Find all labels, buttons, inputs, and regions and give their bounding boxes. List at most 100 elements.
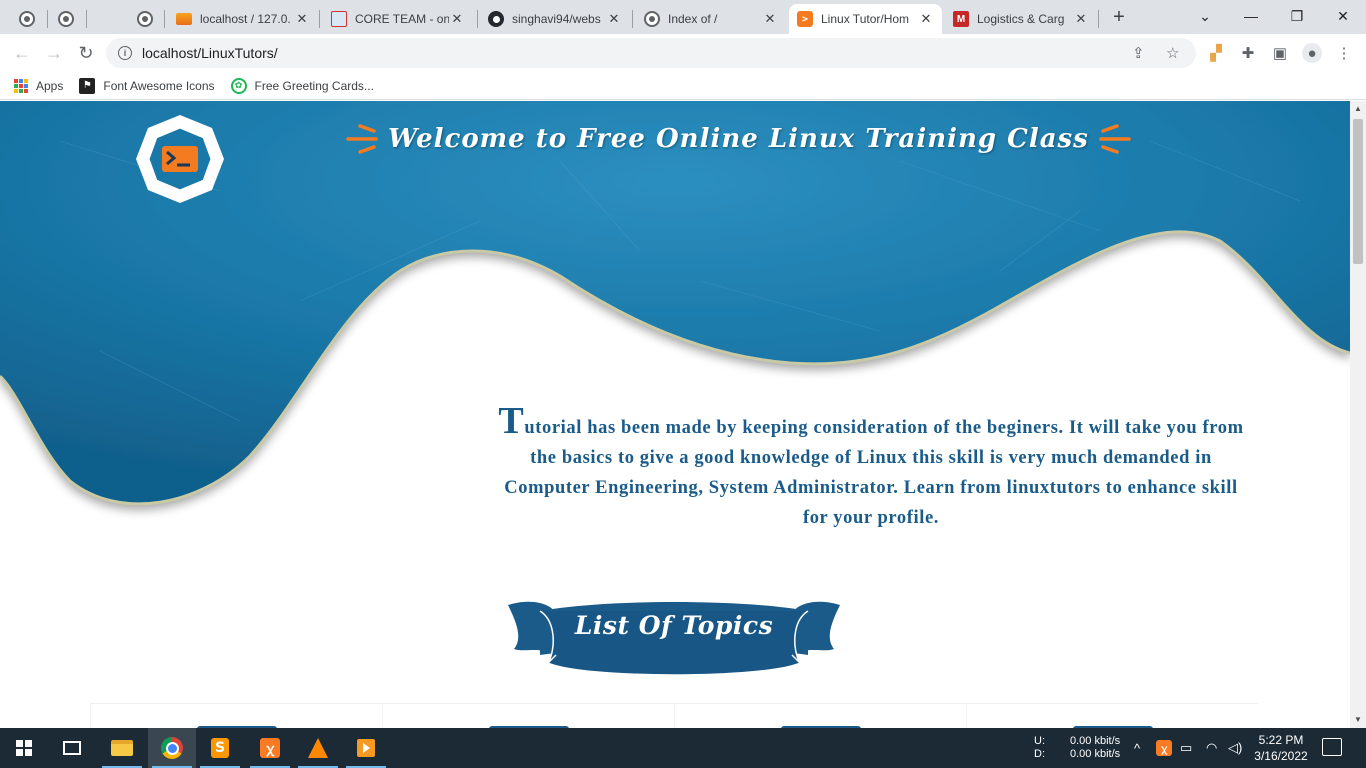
phpmyadmin-icon [176,13,192,25]
taskbar-file-explorer[interactable] [98,728,146,768]
tab-linux-tutor[interactable]: > Linux Tutor/Hom ✕ [789,4,942,34]
topics-heading: List Of Topics [574,611,774,640]
tab-close-button[interactable]: ✕ [762,11,778,27]
topic-cards [90,703,1260,728]
tab-index-of[interactable]: Index of / ✕ [636,4,786,34]
pinned-tab-1[interactable] [8,4,46,34]
pinned-tab-3[interactable] [126,4,164,34]
side-panel-icon[interactable]: ▣ [1270,43,1290,63]
taskbar-chrome[interactable] [148,728,196,768]
intro-dropcap: T [498,400,525,442]
apps-grid-icon [14,78,28,93]
bookmark-greeting-cards[interactable]: ✿ Free Greeting Cards... [230,77,374,94]
volume-icon[interactable]: ◁) [1228,728,1242,768]
new-tab-button[interactable]: + [1106,6,1132,30]
media-player-icon [357,739,375,757]
windows-logo-icon [16,740,32,756]
tab-search-button[interactable]: ⌄ [1182,0,1228,32]
logistics-icon: M [953,11,969,27]
net-down-value: 0.00 kbit/s [1070,748,1121,760]
tab-title: singhavi94/webs [512,12,601,26]
extension-icon[interactable]: ▞ [1206,43,1226,63]
bookmark-star-icon[interactable]: ☆ [1166,38,1179,68]
intro-paragraph: Tutorial has been made by keeping consid… [496,402,1246,533]
net-up-label: U: [1034,735,1045,747]
profile-avatar-icon[interactable]: ● [1302,43,1322,63]
address-bar[interactable]: i localhost/LinuxTutors/ ⇪ ☆ [106,38,1196,68]
tab-close-button[interactable]: ✕ [606,11,622,27]
github-icon [488,11,504,27]
scroll-down-arrow-icon[interactable]: ▼ [1350,712,1366,728]
tab-title: localhost / 127.0. [200,12,291,26]
topic-card[interactable] [90,703,382,728]
browser-tab-strip: localhost / 127.0. ✕ CORE TEAM - onl ✕ s… [0,0,1366,34]
extensions-puzzle-icon[interactable]: ✚ [1238,43,1258,63]
bookmark-apps[interactable]: Apps [14,78,64,93]
core-team-icon [331,11,347,27]
browser-toolbar: ← → ↻ i localhost/LinuxTutors/ ⇪ ☆ ▞ ✚ ▣… [0,34,1366,72]
page-scrollbar[interactable]: ▲ ▼ [1350,101,1366,728]
globe-icon [137,11,153,27]
net-down-label: D: [1034,748,1045,760]
minimize-button[interactable]: — [1228,0,1274,32]
xampp-icon: ꭓ [260,738,280,758]
tab-separator [319,10,320,28]
chrome-icon [161,737,183,759]
tab-close-button[interactable]: ✕ [1073,11,1089,27]
topic-card[interactable] [674,703,966,728]
site-logo[interactable] [134,113,226,205]
start-button[interactable] [0,728,48,768]
notification-center-icon[interactable] [1322,738,1342,756]
taskbar-xampp[interactable]: ꭓ [246,728,294,768]
close-window-button[interactable]: ✕ [1320,0,1366,32]
battery-icon[interactable]: ▭ [1180,728,1192,768]
bookmark-font-awesome[interactable]: ⚑ Font Awesome Icons [79,77,215,94]
bookmark-label: Apps [36,78,64,93]
taskbar-vlc[interactable] [294,728,342,768]
restore-button[interactable]: ❐ [1274,0,1320,32]
pinned-tab-2[interactable] [47,4,85,34]
reload-button[interactable]: ↻ [72,39,100,67]
tab-separator [86,10,87,28]
taskbar-clock[interactable]: 5:22 PM 3/16/2022 [1248,732,1314,764]
share-icon[interactable]: ⇪ [1132,38,1145,68]
scrollbar-thumb[interactable] [1353,119,1363,264]
terminal-icon: > [797,11,813,27]
left-dash-decoration [346,124,378,154]
tab-title: Index of / [668,12,718,26]
topic-card[interactable] [382,703,674,728]
back-button[interactable]: ← [8,39,36,67]
tab-close-button[interactable]: ✕ [449,11,465,27]
welcome-title: Welcome to Free Online Linux Training Cl… [388,124,1089,154]
scroll-up-arrow-icon[interactable]: ▲ [1350,101,1366,117]
tab-separator [477,10,478,28]
taskbar-sublime-text[interactable]: S [196,728,244,768]
url-text[interactable]: localhost/LinuxTutors/ [142,45,278,61]
taskbar-media-player[interactable] [342,728,390,768]
bookmarks-bar: Apps ⚑ Font Awesome Icons ✿ Free Greetin… [0,72,1366,100]
sublime-text-icon: S [211,738,229,758]
tab-phpmyadmin[interactable]: localhost / 127.0. ✕ [168,4,318,34]
tab-title: Logistics & Carg [977,12,1065,26]
tab-close-button[interactable]: ✕ [918,11,934,27]
task-view-icon [63,741,81,755]
forward-button[interactable]: → [40,39,68,67]
intro-text: utorial has been made by keeping conside… [504,418,1244,528]
wifi-icon[interactable]: ◠ [1206,728,1217,768]
menu-kebab-icon[interactable]: ⋮ [1334,43,1354,63]
vlc-icon [308,738,328,758]
bookmark-label: Font Awesome Icons [103,78,215,93]
net-up-value: 0.00 kbit/s [1070,735,1121,747]
tab-title: CORE TEAM - onl [355,12,449,26]
tab-title: Linux Tutor/Hom [821,12,910,26]
topic-card[interactable] [966,703,1258,728]
show-hidden-icons-chevron-icon[interactable]: ^ [1134,728,1140,768]
task-view-button[interactable] [48,728,96,768]
page-header-title: Welcome to Free Online Linux Training Cl… [346,117,1131,161]
tray-xampp-icon[interactable]: ꭓ [1156,728,1172,768]
tab-github[interactable]: singhavi94/webs ✕ [480,4,630,34]
tab-core-team[interactable]: CORE TEAM - onl ✕ [323,4,473,34]
tab-close-button[interactable]: ✕ [294,11,310,27]
site-info-icon[interactable]: i [118,46,132,60]
tab-logistics[interactable]: M Logistics & Carg ✕ [945,4,1097,34]
